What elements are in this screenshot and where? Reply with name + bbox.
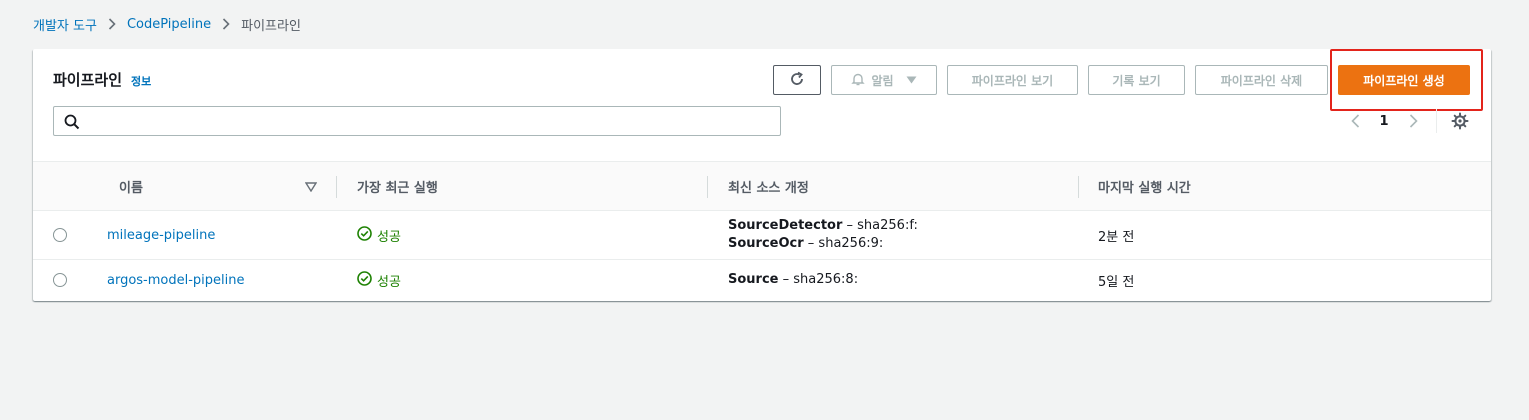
panel-header: 파이프라인 정보 알림 파이프라인 보기 기록 보기 파이프라인 삭제 파이프라… — [33, 49, 1491, 161]
column-divider — [707, 176, 708, 198]
status-text: 성공 — [377, 230, 401, 245]
search-input[interactable] — [88, 107, 768, 135]
column-header-last-run[interactable]: 가장 최근 실행 — [357, 162, 438, 210]
pipelines-panel: 파이프라인 정보 알림 파이프라인 보기 기록 보기 파이프라인 삭제 파이프라… — [33, 49, 1491, 301]
breadcrumb-current: 파이프라인 — [241, 18, 301, 34]
column-header-source-revision[interactable]: 최신 소스 개정 — [728, 162, 809, 210]
column-divider — [1078, 176, 1079, 198]
pagination: 1 — [1345, 110, 1423, 132]
table-header: 이름 가장 최근 실행 최신 소스 개정 마지막 실행 시간 — [33, 161, 1491, 211]
refresh-icon — [789, 71, 805, 90]
source-name: Source — [728, 272, 779, 287]
last-run-time: 2분 전 — [1098, 230, 1135, 245]
source-rev: – sha256:8: — [782, 272, 859, 287]
check-circle-icon — [357, 226, 372, 245]
delete-pipeline-button[interactable]: 파이프라인 삭제 — [1195, 65, 1328, 95]
last-run-time: 5일 전 — [1098, 274, 1135, 290]
column-header-last-run-time[interactable]: 마지막 실행 시간 — [1098, 162, 1191, 210]
source-name: SourceOcr — [728, 236, 804, 251]
chevron-right-icon — [108, 18, 116, 30]
table-row: argos-model-pipeline 성공 Source – sha256:… — [33, 260, 1491, 300]
column-divider — [336, 176, 337, 198]
breadcrumb: 개발자 도구 CodePipeline 파이프라인 — [33, 14, 301, 34]
search-box[interactable] — [53, 106, 781, 136]
view-pipeline-button[interactable]: 파이프라인 보기 — [947, 65, 1078, 95]
gear-icon[interactable] — [1450, 111, 1470, 131]
row-radio[interactable] — [53, 228, 67, 242]
sort-down-icon[interactable] — [304, 181, 318, 196]
page-title-text: 파이프라인 — [53, 71, 123, 89]
pipeline-name-link[interactable]: argos-model-pipeline — [107, 260, 245, 300]
pipeline-name-link[interactable]: mileage-pipeline — [107, 211, 215, 260]
bell-icon — [851, 72, 866, 89]
source-revision-line: Source – sha256:8: — [728, 271, 858, 289]
page-number[interactable]: 1 — [1365, 114, 1403, 129]
refresh-button[interactable] — [773, 65, 821, 95]
source-name: SourceDetector — [728, 218, 843, 233]
breadcrumb-codepipeline[interactable]: CodePipeline — [127, 17, 211, 32]
pager-divider — [1436, 109, 1437, 133]
info-link[interactable]: 정보 — [131, 73, 151, 89]
search-icon — [64, 114, 80, 130]
page-title: 파이프라인 정보 — [53, 69, 151, 90]
source-revisions: Source – sha256:8: — [728, 260, 858, 300]
source-revision-line: SourceOcr – sha256:9: — [728, 235, 883, 253]
caret-down-icon — [906, 73, 917, 87]
source-rev: – sha256:f: — [846, 218, 918, 233]
status-badge: 성공 — [357, 260, 401, 300]
table-row: mileage-pipeline 성공 SourceDetector – sha… — [33, 211, 1491, 260]
breadcrumb-developer-tools[interactable]: 개발자 도구 — [33, 15, 97, 34]
chevron-right-icon[interactable] — [1403, 111, 1423, 131]
notify-dropdown[interactable]: 알림 — [831, 65, 937, 95]
status-text: 성공 — [377, 274, 401, 290]
source-revision-line: SourceDetector – sha256:f: — [728, 217, 918, 235]
status-badge: 성공 — [357, 211, 401, 260]
create-pipeline-button[interactable]: 파이프라인 생성 — [1338, 65, 1470, 95]
source-rev: – sha256:9: — [807, 236, 884, 251]
column-header-name[interactable]: 이름 — [119, 162, 143, 210]
source-revisions: SourceDetector – sha256:f: SourceOcr – s… — [728, 217, 918, 253]
row-radio[interactable] — [53, 273, 67, 287]
notify-label: 알림 — [871, 73, 894, 88]
view-history-button[interactable]: 기록 보기 — [1088, 65, 1185, 95]
check-circle-icon — [357, 270, 372, 290]
chevron-left-icon[interactable] — [1345, 111, 1365, 131]
chevron-right-icon — [222, 18, 230, 30]
